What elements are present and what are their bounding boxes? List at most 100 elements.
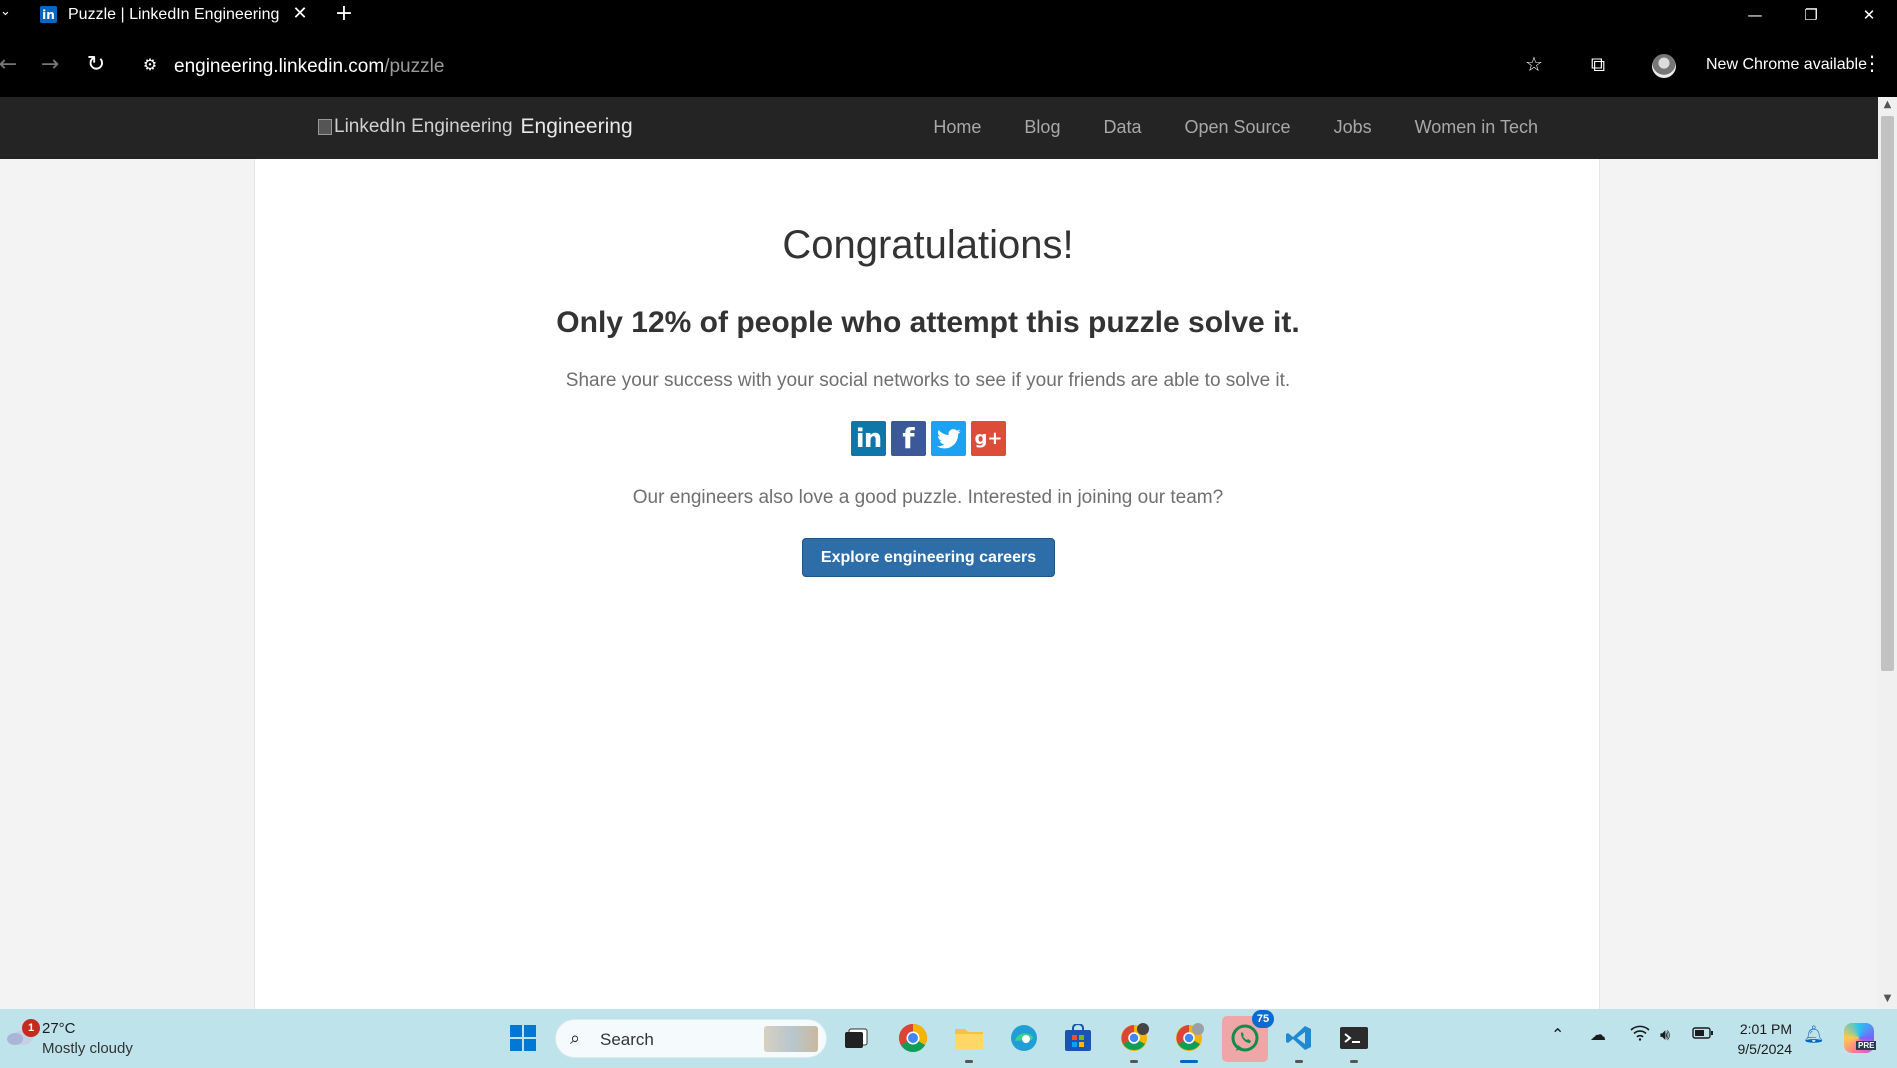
clock-date: 9/5/2024 (1737, 1041, 1793, 1057)
nav-women-in-tech[interactable]: Women in Tech (1415, 117, 1538, 138)
edge-logo-icon (1011, 1025, 1037, 1051)
nav-home[interactable]: Home (933, 117, 981, 138)
tab-close-icon[interactable]: ✕ (290, 3, 310, 25)
nav-blog[interactable]: Blog (1024, 117, 1060, 138)
close-window-button[interactable]: ✕ (1841, 0, 1897, 29)
terminal-taskbar-icon[interactable] (1338, 1022, 1370, 1063)
tab-title: Puzzle | LinkedIn Engineering (68, 5, 280, 23)
search-highlight-image (764, 1026, 818, 1052)
task-view-icon[interactable] (840, 1022, 872, 1054)
active-indicator (1180, 1060, 1198, 1063)
linkedin-favicon-icon: in (40, 6, 57, 23)
chrome-profile-1-icon[interactable] (1118, 1022, 1150, 1063)
search-icon: ⌕ (570, 1028, 581, 1049)
tab-strip: ⌄ in Puzzle | LinkedIn Engineering ✕ + —… (0, 0, 1897, 29)
store-bag-icon (1065, 1024, 1091, 1051)
battery-glyph-icon (1692, 1027, 1713, 1039)
chrome-active-logo-icon (1176, 1023, 1204, 1051)
broken-image-icon (318, 119, 332, 135)
weather-condition: Mostly cloudy (42, 1040, 133, 1057)
team-prompt: Our engineers also love a good puzzle. I… (632, 487, 1224, 508)
weather-alert-badge: 1 (22, 1019, 40, 1037)
puzzle-result-card: Congratulations! Only 12% of people who … (254, 159, 1600, 1009)
share-icon-row: in f g+ (851, 421, 1006, 456)
wifi-glyph-icon (1630, 1025, 1650, 1041)
terminal-glyph-icon (1340, 1027, 1368, 1049)
wifi-icon[interactable] (1630, 1025, 1650, 1045)
brand-logo-link[interactable]: LinkedIn Engineering Engineering (318, 115, 633, 139)
task-view-glyph-icon (845, 1028, 868, 1048)
browser-tab-active[interactable]: in Puzzle | LinkedIn Engineering ✕ (28, 0, 314, 29)
broken-logo-image: LinkedIn Engineering (318, 116, 513, 138)
main-nav: Home Blog Data Open Source Jobs Women in… (933, 117, 1538, 138)
brand-alt-text: LinkedIn Engineering (334, 116, 513, 137)
whatsapp-logo-icon (1231, 1024, 1259, 1052)
linkedin-icon[interactable]: in (851, 421, 886, 456)
browser-toolbar: ← → ↻ ⚙ engineering.linkedin.com/puzzle … (0, 29, 1897, 97)
url-host: engineering.linkedin.com (174, 56, 385, 77)
whatsapp-unread-badge: 75 (1252, 1010, 1274, 1028)
chrome-menu-icon[interactable]: ⋮ (1862, 51, 1882, 79)
clock-time: 2:01 PM (1739, 1021, 1792, 1037)
copilot-icon[interactable]: PRE (1844, 1023, 1877, 1053)
show-hidden-icons-icon[interactable]: ⌃ (1551, 1025, 1564, 1044)
edge-taskbar-icon[interactable] (1008, 1022, 1040, 1054)
scroll-down-icon[interactable]: ▼ (1878, 993, 1897, 1009)
explore-careers-button[interactable]: Explore engineering careers (802, 538, 1055, 577)
taskbar-search[interactable]: ⌕ Search (555, 1019, 827, 1058)
minimize-button[interactable]: — (1727, 0, 1783, 29)
facebook-icon[interactable]: f (891, 421, 926, 456)
file-explorer-icon[interactable] (953, 1022, 985, 1063)
running-indicator (965, 1060, 973, 1063)
site-info-icon[interactable]: ⚙ (136, 50, 164, 78)
onedrive-offline-icon[interactable]: ☁ (1590, 1025, 1606, 1044)
scrollbar-thumb[interactable] (1881, 116, 1894, 671)
profile-avatar[interactable] (1652, 54, 1676, 78)
back-arrow-icon[interactable]: ← (0, 50, 22, 78)
tab-search-chevron-icon[interactable]: ⌄ (0, 4, 14, 24)
vscode-taskbar-icon[interactable] (1283, 1022, 1315, 1063)
address-bar[interactable]: engineering.linkedin.com/puzzle (174, 56, 444, 78)
reload-icon[interactable]: ↻ (82, 50, 110, 78)
windows-taskbar: 1 27°C Mostly cloudy ⌕ Search 75 ⌃ ☁ 🔊︎ … (0, 1009, 1897, 1068)
windows-start-icon[interactable] (507, 1022, 539, 1054)
page-title: Congratulations! (782, 223, 1074, 267)
taskbar-search-label: Search (600, 1030, 654, 1049)
weather-temperature: 27°C (42, 1020, 76, 1037)
scroll-up-icon[interactable]: ▲ (1878, 99, 1897, 115)
folder-icon (955, 1029, 983, 1049)
nav-open-source[interactable]: Open Source (1184, 117, 1290, 138)
battery-icon[interactable] (1692, 1025, 1714, 1044)
windows-logo-icon (510, 1025, 536, 1051)
notification-bell-icon[interactable]: 🔔︎ (1803, 1025, 1825, 1045)
chrome-profile-logo-icon (1121, 1023, 1149, 1051)
page-scrollbar[interactable]: ▲ ▼ (1878, 97, 1897, 1009)
vscode-logo-icon (1286, 1026, 1311, 1050)
taskbar-clock[interactable]: 2:01 PM 9/5/2024 (1726, 1019, 1793, 1059)
weather-widget[interactable]: 1 27°C Mostly cloudy (6, 1019, 166, 1061)
nav-jobs[interactable]: Jobs (1334, 117, 1372, 138)
extensions-puzzle-icon[interactable]: ⧉ (1584, 50, 1612, 78)
google-plus-icon[interactable]: g+ (971, 421, 1006, 456)
brand-text: Engineering (520, 115, 633, 138)
forward-arrow-icon[interactable]: → (36, 50, 64, 78)
share-prompt: Share your success with your social netw… (565, 370, 1291, 391)
running-indicator (1130, 1060, 1138, 1063)
success-rate-text: Only 12% of people who attempt this puzz… (556, 306, 1300, 339)
new-tab-button[interactable]: + (332, 1, 356, 27)
copilot-preview-tag: PRE (1856, 1041, 1877, 1050)
restore-button[interactable]: ❐ (1783, 0, 1839, 29)
url-path: /puzzle (384, 56, 445, 77)
bookmark-star-icon[interactable]: ☆ (1520, 50, 1548, 78)
nav-data[interactable]: Data (1103, 117, 1141, 138)
microsoft-store-icon[interactable] (1062, 1022, 1094, 1054)
running-indicator (1295, 1060, 1303, 1063)
volume-icon[interactable]: 🔊︎ (1660, 1025, 1670, 1045)
chrome-profile-2-icon[interactable] (1173, 1022, 1205, 1063)
chrome-taskbar-icon[interactable] (897, 1022, 929, 1054)
whatsapp-taskbar-icon[interactable]: 75 (1222, 1010, 1274, 1062)
running-indicator (1350, 1060, 1358, 1063)
twitter-bird-icon (936, 428, 961, 448)
chrome-update-label[interactable]: New Chrome available (1706, 56, 1867, 74)
twitter-icon[interactable] (931, 421, 966, 456)
